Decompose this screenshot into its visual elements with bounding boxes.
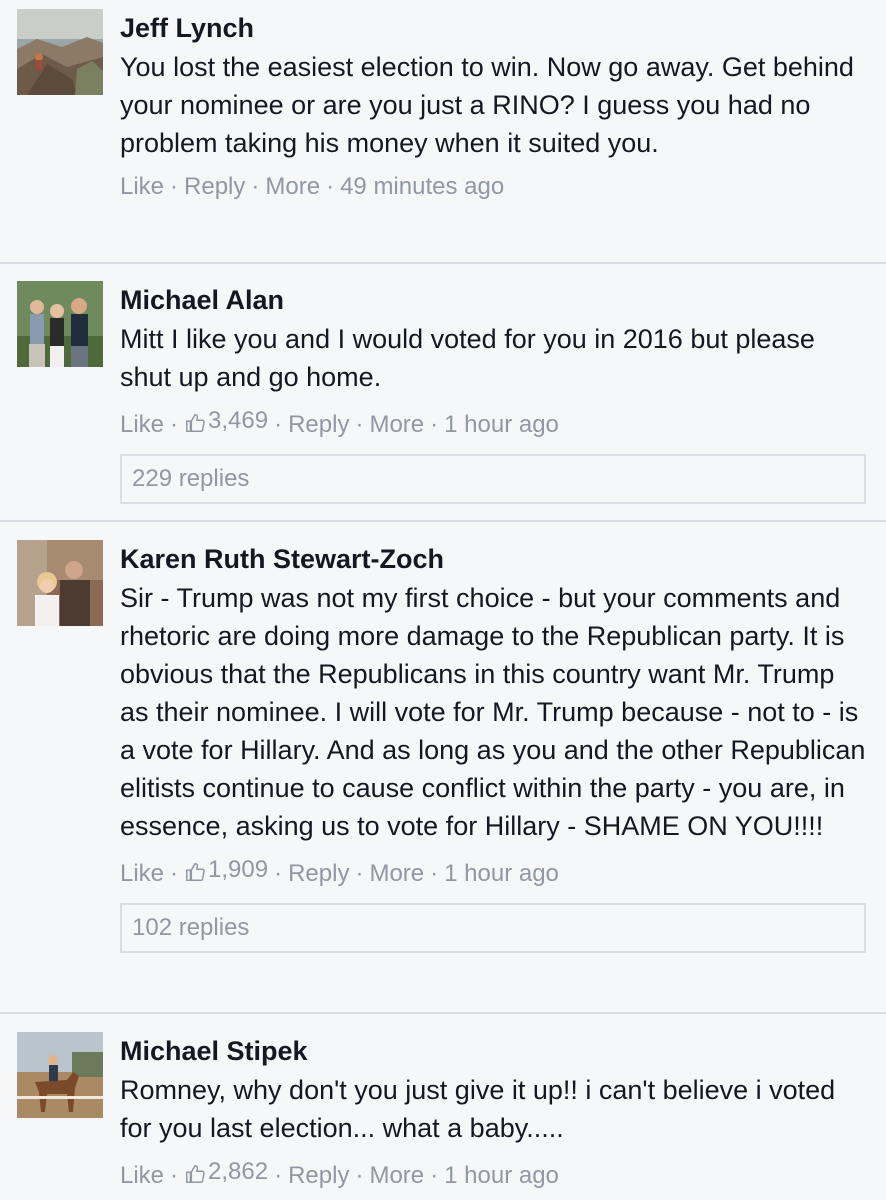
more-button[interactable]: More <box>369 411 424 438</box>
comment-text: Mitt I like you and I would voted for yo… <box>120 324 815 392</box>
comment-actions: Like · 3,469 · Reply · More · 1 hour ago <box>120 406 559 438</box>
comment-actions: Like · 2,862 · Reply · More · 1 hour ago <box>120 1157 559 1189</box>
avatar[interactable] <box>17 9 103 95</box>
comment: Jeff Lynch You lost the easiest election… <box>0 0 886 264</box>
comment-actions: Like · 1,909 · Reply · More · 1 hour ago <box>120 855 559 887</box>
comment-timestamp[interactable]: 1 hour ago <box>444 411 559 438</box>
avatar[interactable] <box>17 281 103 367</box>
comment-text: You lost the easiest election to win. No… <box>120 52 854 158</box>
comment-text: Sir - Trump was not my first choice - bu… <box>120 583 866 841</box>
reply-button[interactable]: Reply <box>288 1162 349 1189</box>
horse-rider-photo-icon <box>17 1032 103 1118</box>
comment: Michael Stipek Romney, why don't you jus… <box>0 1014 886 1200</box>
like-button[interactable]: Like <box>120 411 164 438</box>
comment-timestamp[interactable]: 49 minutes ago <box>340 173 504 200</box>
like-count-value: 1,909 <box>208 856 269 883</box>
view-replies-button[interactable]: 102 replies <box>120 903 866 953</box>
comment-author[interactable]: Karen Ruth Stewart-Zoch <box>120 543 866 575</box>
like-button[interactable]: Like <box>120 1162 164 1189</box>
like-button[interactable]: Like <box>120 173 164 200</box>
comment-author[interactable]: Michael Stipek <box>120 1035 866 1067</box>
like-button[interactable]: Like <box>120 860 164 887</box>
comment: Michael Alan Mitt I like you and I would… <box>0 264 886 522</box>
like-count[interactable]: 2,862 <box>184 1157 268 1187</box>
like-count[interactable]: 3,469 <box>184 406 268 436</box>
more-button[interactable]: More <box>369 860 424 887</box>
comment-author[interactable]: Jeff Lynch <box>120 12 866 44</box>
more-button[interactable]: More <box>369 1162 424 1189</box>
comment-author[interactable]: Michael Alan <box>120 284 866 316</box>
couple-photo-icon <box>17 540 103 626</box>
comment-text: Romney, why don't you just give it up!! … <box>120 1075 836 1143</box>
reply-button[interactable]: Reply <box>288 411 349 438</box>
comment-actions: Like · Reply · More · 49 minutes ago <box>120 173 505 200</box>
comment-timestamp[interactable]: 1 hour ago <box>444 860 559 887</box>
view-replies-button[interactable]: 229 replies <box>120 454 866 504</box>
group-photo-icon <box>17 281 103 367</box>
thumbs-up-icon <box>186 414 205 432</box>
thumbs-up-icon <box>186 1165 205 1183</box>
reply-button[interactable]: Reply <box>288 860 349 887</box>
like-count-value: 2,862 <box>208 1158 269 1185</box>
more-button[interactable]: More <box>265 173 320 200</box>
reply-button[interactable]: Reply <box>184 173 245 200</box>
comment: Karen Ruth Stewart-Zoch Sir - Trump was … <box>0 522 886 1014</box>
like-count-value: 3,469 <box>208 407 269 434</box>
avatar[interactable] <box>17 540 103 626</box>
thumbs-up-icon <box>186 863 205 881</box>
avatar[interactable] <box>17 1032 103 1118</box>
like-count[interactable]: 1,909 <box>184 855 268 885</box>
comment-timestamp[interactable]: 1 hour ago <box>444 1162 559 1189</box>
landscape-photo-icon <box>17 9 103 95</box>
